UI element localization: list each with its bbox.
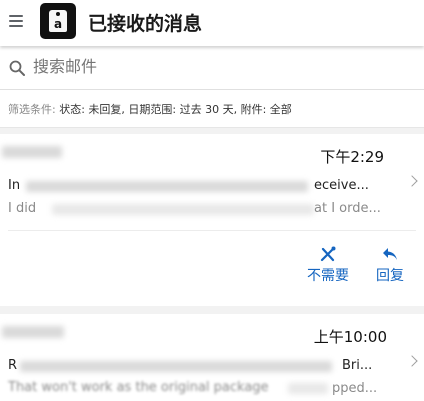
message-preview-start: That won't work as the original package: [8, 380, 269, 395]
message-time: 下午2:29: [320, 148, 384, 166]
message-subject-end: Bri...: [342, 358, 373, 373]
reply-icon: [383, 248, 397, 260]
redacted-sender: [2, 146, 62, 158]
message-preview-start: I did: [8, 201, 37, 216]
filter-text: 筛选条件: 状态: 未回复, 日期范围: 过去 30 天, 附件: 全部: [8, 101, 292, 117]
app-logo: a: [40, 3, 76, 39]
hamburger-icon[interactable]: [9, 15, 23, 27]
divider: [8, 230, 416, 231]
message-card[interactable]: 下午2:29 In eceive... I did at I orde... 不…: [0, 134, 424, 306]
chevron-right-icon[interactable]: [406, 355, 418, 367]
price-tag-icon: a: [49, 10, 67, 32]
message-time: 上午10:00: [313, 328, 387, 346]
search-input[interactable]: [33, 57, 393, 76]
message-preview-end: pped...: [332, 381, 378, 396]
not-needed-label: 不需要: [307, 268, 349, 284]
redacted-sender: [2, 326, 64, 338]
reply-label: 回复: [376, 268, 404, 284]
page-title: 已接收的消息: [88, 13, 203, 35]
section-gap: [0, 306, 424, 314]
search-icon: [9, 60, 25, 76]
redacted-subject: [26, 181, 308, 192]
message-subject-start: In: [8, 178, 21, 193]
redacted-preview: [52, 204, 314, 215]
tools-icon: [320, 246, 336, 262]
message-subject-start: R: [8, 358, 18, 373]
not-needed-button[interactable]: 不需要: [307, 246, 349, 285]
chevron-right-icon[interactable]: [406, 175, 418, 187]
redacted-preview: [288, 383, 328, 394]
search-bar[interactable]: [0, 48, 424, 90]
redacted-subject: [20, 361, 332, 372]
app-bar: a 已接收的消息: [0, 0, 424, 46]
message-subject-end: eceive...: [314, 178, 369, 193]
message-card[interactable]: 上午10:00 R Bri... That won't work as the …: [0, 314, 424, 401]
filter-value: 状态: 未回复, 日期范围: 过去 30 天, 附件: 全部: [59, 103, 292, 116]
filter-label: 筛选条件:: [8, 103, 56, 116]
message-preview-end: at I orde...: [314, 201, 381, 216]
filter-summary[interactable]: 筛选条件: 状态: 未回复, 日期范围: 过去 30 天, 附件: 全部: [0, 90, 424, 128]
reply-button[interactable]: 回复: [376, 246, 404, 285]
logo-letter: a: [53, 17, 63, 31]
message-preview-wrap: That won't work as the original package: [8, 380, 288, 398]
